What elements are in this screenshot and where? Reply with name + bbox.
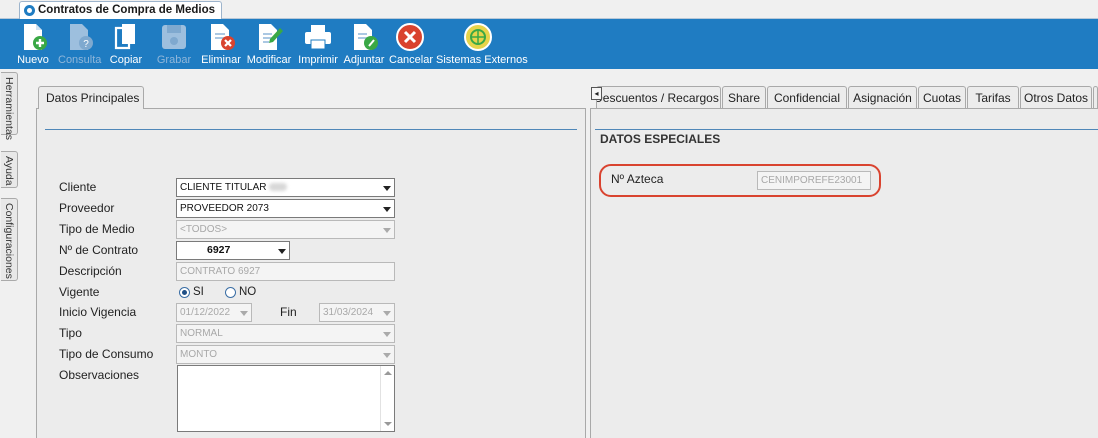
inicio-vigencia-label: Inicio Vigencia: [59, 305, 137, 319]
document-tab[interactable]: Contratos de Compra de Medios: [19, 1, 222, 19]
vigente-no-label: NO: [239, 286, 257, 298]
cliente-select[interactable]: CLIENTE TITULAR: [176, 178, 395, 197]
descripcion-field[interactable]: CONTRATO 6927: [176, 262, 395, 281]
panel-divider: [45, 129, 577, 130]
chevron-down-icon: [240, 311, 248, 316]
chevron-down-icon: [383, 186, 391, 191]
inicio-vigencia-date[interactable]: 01/12/2022: [176, 303, 252, 322]
vigente-label: Vigente: [59, 285, 100, 299]
query-doc-icon: ?: [70, 24, 93, 50]
app-logo-icon: [24, 5, 35, 16]
tab-descuentos-recargos[interactable]: Descuentos / Recargos: [596, 86, 721, 109]
scroll-down-icon[interactable]: [384, 422, 392, 426]
side-tab-herramientas[interactable]: Herramientas: [1, 72, 18, 140]
modificar-button[interactable]: Modificar: [246, 19, 292, 69]
delete-doc-icon: [211, 24, 235, 50]
scroll-up-icon[interactable]: [384, 371, 392, 375]
new-doc-icon: [24, 24, 47, 50]
observaciones-textarea[interactable]: [177, 365, 395, 432]
external-systems-icon: [464, 23, 492, 51]
tipo-select[interactable]: NORMAL: [176, 324, 395, 343]
chevron-down-icon: [278, 249, 286, 254]
tab-overflow[interactable]: [1093, 86, 1098, 109]
proveedor-select[interactable]: PROVEEDOR 2073: [176, 199, 395, 218]
tipo-label: Tipo: [59, 326, 82, 340]
window-tabstrip: Contratos de Compra de Medios: [0, 0, 1098, 19]
tab-tarifas[interactable]: Tarifas: [967, 86, 1019, 109]
azteca-label: Nº Azteca: [611, 172, 664, 186]
grabar-button[interactable]: Grabar: [154, 19, 194, 69]
datos-especiales-heading: DATOS ESPECIALES: [600, 132, 721, 146]
adjuntar-button[interactable]: Adjuntar: [343, 19, 385, 69]
document-tab-title: Contratos de Compra de Medios: [38, 4, 215, 16]
chevron-down-icon: [383, 207, 391, 212]
vigente-no-radio[interactable]: [225, 287, 236, 298]
attach-doc-icon: [354, 24, 378, 50]
observaciones-label: Observaciones: [59, 368, 140, 382]
textarea-scrollbar[interactable]: [380, 366, 394, 431]
edit-doc-icon: [259, 24, 283, 50]
chevron-down-icon: [383, 353, 391, 358]
main-toolbar: Nuevo ? Consulta Copiar Grabar Eliminar …: [0, 19, 1098, 69]
svg-text:?: ?: [83, 39, 89, 50]
printer-icon: [305, 25, 331, 50]
tab-asignacion[interactable]: Asignación: [848, 86, 917, 109]
copy-icon: [114, 24, 135, 50]
cliente-label: Cliente: [59, 180, 97, 194]
tipo-medio-label: Tipo de Medio: [59, 222, 135, 236]
vigente-si-label: SI: [193, 286, 204, 298]
contrato-label: Nº de Contrato: [59, 243, 139, 257]
tab-share[interactable]: Share: [722, 86, 766, 109]
imprimir-button[interactable]: Imprimir: [297, 19, 339, 69]
nuevo-button[interactable]: Nuevo: [13, 19, 53, 69]
fin-vigencia-date[interactable]: 31/03/2024: [319, 303, 395, 322]
copiar-button[interactable]: Copiar: [106, 19, 146, 69]
otros-datos-panel: [590, 108, 1098, 438]
contrato-select[interactable]: 6927: [176, 241, 290, 260]
tabs-scroll-left-button[interactable]: ◂: [591, 87, 602, 100]
chevron-down-icon: [383, 311, 391, 316]
tab-cuotas[interactable]: Cuotas: [918, 86, 966, 109]
cancelar-button[interactable]: Cancelar: [389, 19, 433, 69]
cancel-icon: [396, 23, 424, 51]
save-disk-icon: [162, 25, 186, 49]
panel-divider: [595, 129, 1098, 130]
tab-otros-datos[interactable]: Otros Datos: [1020, 86, 1092, 109]
eliminar-button[interactable]: Eliminar: [200, 19, 242, 69]
consulta-button[interactable]: ? Consulta: [58, 19, 101, 69]
sistemas-externos-button[interactable]: Sistemas Externos: [436, 19, 528, 69]
tipo-consumo-select[interactable]: MONTO: [176, 345, 395, 364]
side-tab-ayuda[interactable]: Ayuda: [1, 151, 18, 188]
chevron-down-icon: [383, 228, 391, 233]
tipo-consumo-label: Tipo de Consumo: [59, 347, 154, 361]
tipo-medio-select[interactable]: <TODOS>: [176, 220, 395, 239]
vigente-si-radio[interactable]: [179, 287, 190, 298]
azteca-field[interactable]: CENIMPOREFE23001: [757, 171, 871, 190]
tab-confidencial[interactable]: Confidencial: [767, 86, 847, 109]
side-tab-configuraciones[interactable]: Configuraciones: [1, 198, 18, 281]
tab-datos-principales[interactable]: Datos Principales: [38, 86, 144, 109]
chevron-down-icon: [383, 332, 391, 337]
fin-label: Fin: [280, 305, 297, 319]
descripcion-label: Descripción: [59, 264, 122, 278]
redacted-mark: [268, 183, 287, 192]
proveedor-label: Proveedor: [59, 201, 115, 215]
